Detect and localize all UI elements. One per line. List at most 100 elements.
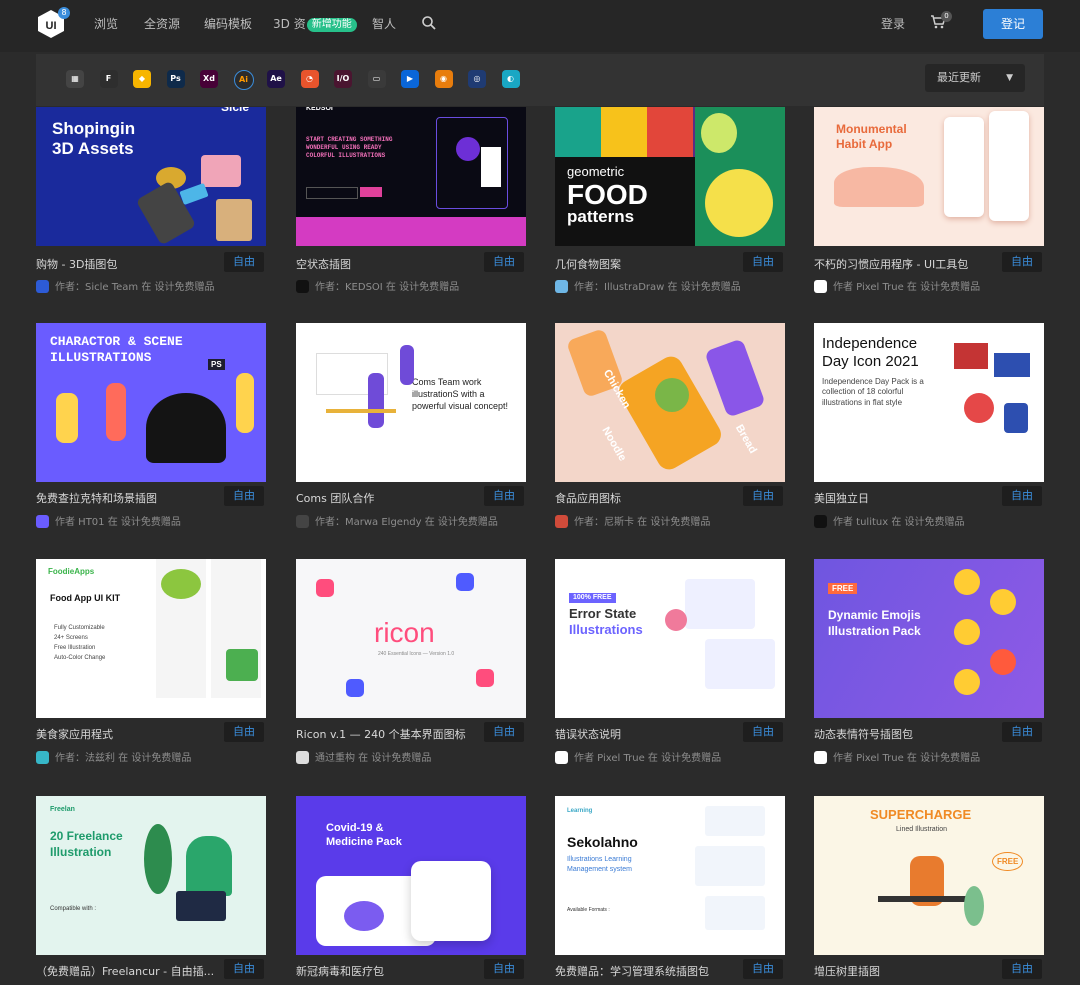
card-thumbnail[interactable]: FREE Dynamic Emojis Illustration Pack bbox=[814, 559, 1044, 718]
register-button[interactable]: 登记 bbox=[983, 9, 1043, 39]
filter-all-icon[interactable]: ▦ bbox=[66, 70, 84, 88]
card-thumbnail[interactable]: ricon 240 Essential Icons — Version 1.0 bbox=[296, 559, 526, 718]
card-title[interactable]: 错误状态说明 bbox=[555, 726, 735, 742]
filter-photoshop-icon[interactable]: Ps bbox=[166, 70, 185, 88]
card-thumbnail[interactable]: Shopingin 3D Assets Sicle bbox=[36, 107, 266, 246]
card-thumbnail[interactable]: Coms Team work illustrationS with a powerf… bbox=[296, 323, 526, 482]
free-badge[interactable]: 自由 bbox=[1002, 252, 1042, 272]
thumb-text: Coms Team work bbox=[412, 377, 482, 387]
free-badge[interactable]: 自由 bbox=[743, 486, 783, 506]
card-title[interactable]: 美国独立日 bbox=[814, 490, 994, 506]
thumb-text: Illustration Pack bbox=[828, 624, 921, 638]
search-icon[interactable] bbox=[421, 15, 437, 31]
card-thumbnail[interactable]: SUPERCHARGE Lined Illustration FREE bbox=[814, 796, 1044, 955]
card-title[interactable]: 几何食物图案 bbox=[555, 256, 735, 272]
card-title[interactable]: 免费赠品：学习管理系统插图包 bbox=[555, 963, 735, 979]
thumb-text: FREE bbox=[992, 852, 1024, 872]
filter-illustrator-icon[interactable]: Ai bbox=[233, 70, 254, 90]
free-badge[interactable]: 自由 bbox=[1002, 959, 1042, 979]
filter-after-effects-icon[interactable]: Ae bbox=[267, 70, 285, 88]
author-text: 作者 Pixel True 在 设计免费赠品 bbox=[833, 753, 981, 764]
card-thumbnail[interactable]: Independence Day Icon 2021 Independence Da… bbox=[814, 323, 1044, 482]
nav-all-resources[interactable]: 全资源 bbox=[144, 15, 180, 32]
free-badge[interactable]: 自由 bbox=[1002, 486, 1042, 506]
author-text: 作者 tulitux 在 设计免费赠品 bbox=[833, 517, 965, 528]
card-title[interactable]: 购物 - 3D插图包 bbox=[36, 256, 216, 272]
card-title[interactable]: 美食家应用程式 bbox=[36, 726, 216, 742]
nav-code-templates[interactable]: 编码模板 bbox=[204, 15, 252, 32]
card-title[interactable]: 动态表情符号插图包 bbox=[814, 726, 994, 742]
filter-3d-icon[interactable]: ◐ bbox=[501, 70, 520, 88]
free-badge[interactable]: 自由 bbox=[484, 486, 524, 506]
free-badge[interactable]: 自由 bbox=[224, 486, 264, 506]
filter-invision-icon[interactable]: I/O bbox=[334, 70, 352, 88]
free-badge[interactable]: 自由 bbox=[224, 252, 264, 272]
free-badge[interactable]: 自由 bbox=[224, 959, 264, 979]
filter-figma-icon[interactable]: F bbox=[99, 70, 118, 88]
login-link[interactable]: 登录 bbox=[881, 15, 905, 32]
card-thumbnail[interactable]: Chicken Noodle Bread bbox=[555, 323, 785, 482]
card-title[interactable]: 免费查拉克特和场景插图 bbox=[36, 490, 216, 506]
free-badge[interactable]: 自由 bbox=[743, 722, 783, 742]
filter-blender-icon[interactable]: ◉ bbox=[434, 70, 453, 88]
thumb-text: Illustrations bbox=[569, 622, 643, 637]
thumb-text: START CREATING SOMETHING bbox=[306, 136, 393, 143]
author-avatar bbox=[814, 280, 827, 293]
free-badge[interactable]: 自由 bbox=[484, 252, 524, 272]
thumb-text: FoodieApps bbox=[48, 567, 95, 576]
filter-keynote-icon[interactable]: ▭ bbox=[367, 70, 386, 88]
nav-3d-label: 3D 资 bbox=[273, 17, 306, 31]
thumb-text: PS bbox=[208, 359, 225, 371]
card-title[interactable]: Ricon v.1 — 240 个基本界面图标 bbox=[296, 726, 476, 742]
thumb-text: Covid-19 & bbox=[326, 822, 384, 834]
card-title[interactable]: 增压树里插图 bbox=[814, 963, 994, 979]
card-thumbnail[interactable]: FoodieApps Food App UI KIT Fully Customiza… bbox=[36, 559, 266, 718]
card-title[interactable]: Coms 团队合作 bbox=[296, 490, 476, 506]
nav-3d[interactable]: 3D 资新增功能 bbox=[273, 15, 357, 32]
free-badge[interactable]: 自由 bbox=[1002, 722, 1042, 742]
thumb-text: illustrationS with a bbox=[412, 389, 485, 399]
sort-dropdown[interactable]: 最近更新 ▼ bbox=[925, 64, 1025, 92]
card-title[interactable]: 空状态插图 bbox=[296, 256, 476, 272]
thumb-text: Day Icon 2021 bbox=[822, 353, 919, 370]
free-badge[interactable]: 自由 bbox=[743, 959, 783, 979]
thumb-text: Freelan bbox=[50, 806, 75, 813]
author-text: 作者 Pixel True 在 设计免费赠品 bbox=[833, 282, 981, 293]
thumb-text: FREE bbox=[828, 583, 858, 595]
card-thumbnail[interactable]: KEDSOI START CREATING SOMETHING WONDERFUL … bbox=[296, 107, 526, 246]
filter-xd-icon[interactable]: Xd bbox=[200, 70, 218, 88]
filter-c4d-icon[interactable]: ◎ bbox=[468, 70, 486, 88]
free-badge[interactable]: 自由 bbox=[224, 722, 264, 742]
thumb-text: Compatible with : bbox=[50, 906, 97, 912]
filter-sketch-icon[interactable]: ◆ bbox=[133, 70, 151, 88]
cart-icon[interactable]: 0 bbox=[930, 11, 952, 34]
thumb-text: Management system bbox=[567, 866, 632, 873]
card-thumbnail[interactable]: Monumental Habit App bbox=[814, 107, 1044, 246]
nav-people[interactable]: 智人 bbox=[372, 15, 396, 32]
card-title[interactable]: （免费赠品）Freelancur - 自由插... bbox=[36, 963, 216, 979]
author-text: 作者 HT01 在 设计免费赠品 bbox=[55, 517, 181, 528]
card-title[interactable]: 食品应用图标 bbox=[555, 490, 735, 506]
card-thumbnail[interactable]: Learning Sekolahno Illustrations Learning M… bbox=[555, 796, 785, 955]
card-thumbnail[interactable]: Covid-19 & Medicine Pack bbox=[296, 796, 526, 955]
card-thumbnail[interactable]: CHARACTOR & SCENE ILLUSTRATIONS PS bbox=[36, 323, 266, 482]
card-thumbnail[interactable]: Freelan 20 Freelance Illustration Compatibl… bbox=[36, 796, 266, 955]
author-avatar bbox=[296, 751, 309, 764]
free-badge[interactable]: 自由 bbox=[484, 722, 524, 742]
site-logo[interactable]: UI 8 bbox=[36, 7, 70, 39]
author-text: 作者：Sicle Team 在 设计免费赠品 bbox=[55, 282, 215, 293]
card-thumbnail[interactable]: 100% FREE Error State Illustrations bbox=[555, 559, 785, 718]
nav-browse[interactable]: 浏览 bbox=[94, 15, 118, 32]
card-title[interactable]: 不朽的习惯应用程序 - UI工具包 bbox=[814, 256, 994, 272]
free-badge[interactable]: 自由 bbox=[743, 252, 783, 272]
author-avatar bbox=[814, 515, 827, 528]
free-badge[interactable]: 自由 bbox=[484, 959, 524, 979]
thumb-text: SUPERCHARGE bbox=[870, 807, 972, 822]
card-title[interactable]: 新冠病毒和医疗包 bbox=[296, 963, 476, 979]
filter-framer-icon[interactable]: ▶ bbox=[401, 70, 419, 88]
thumb-text: 3D Assets bbox=[52, 139, 134, 158]
top-navigation-bar: UI 8 浏览 全资源 编码模板 3D 资新增功能 智人 登录 0 登记 bbox=[0, 0, 1080, 52]
card-thumbnail[interactable]: geometric FOOD patterns bbox=[555, 107, 785, 246]
author-text: 通过重构 在 设计免费赠品 bbox=[315, 753, 432, 764]
filter-principle-icon[interactable]: ◔ bbox=[300, 70, 319, 88]
